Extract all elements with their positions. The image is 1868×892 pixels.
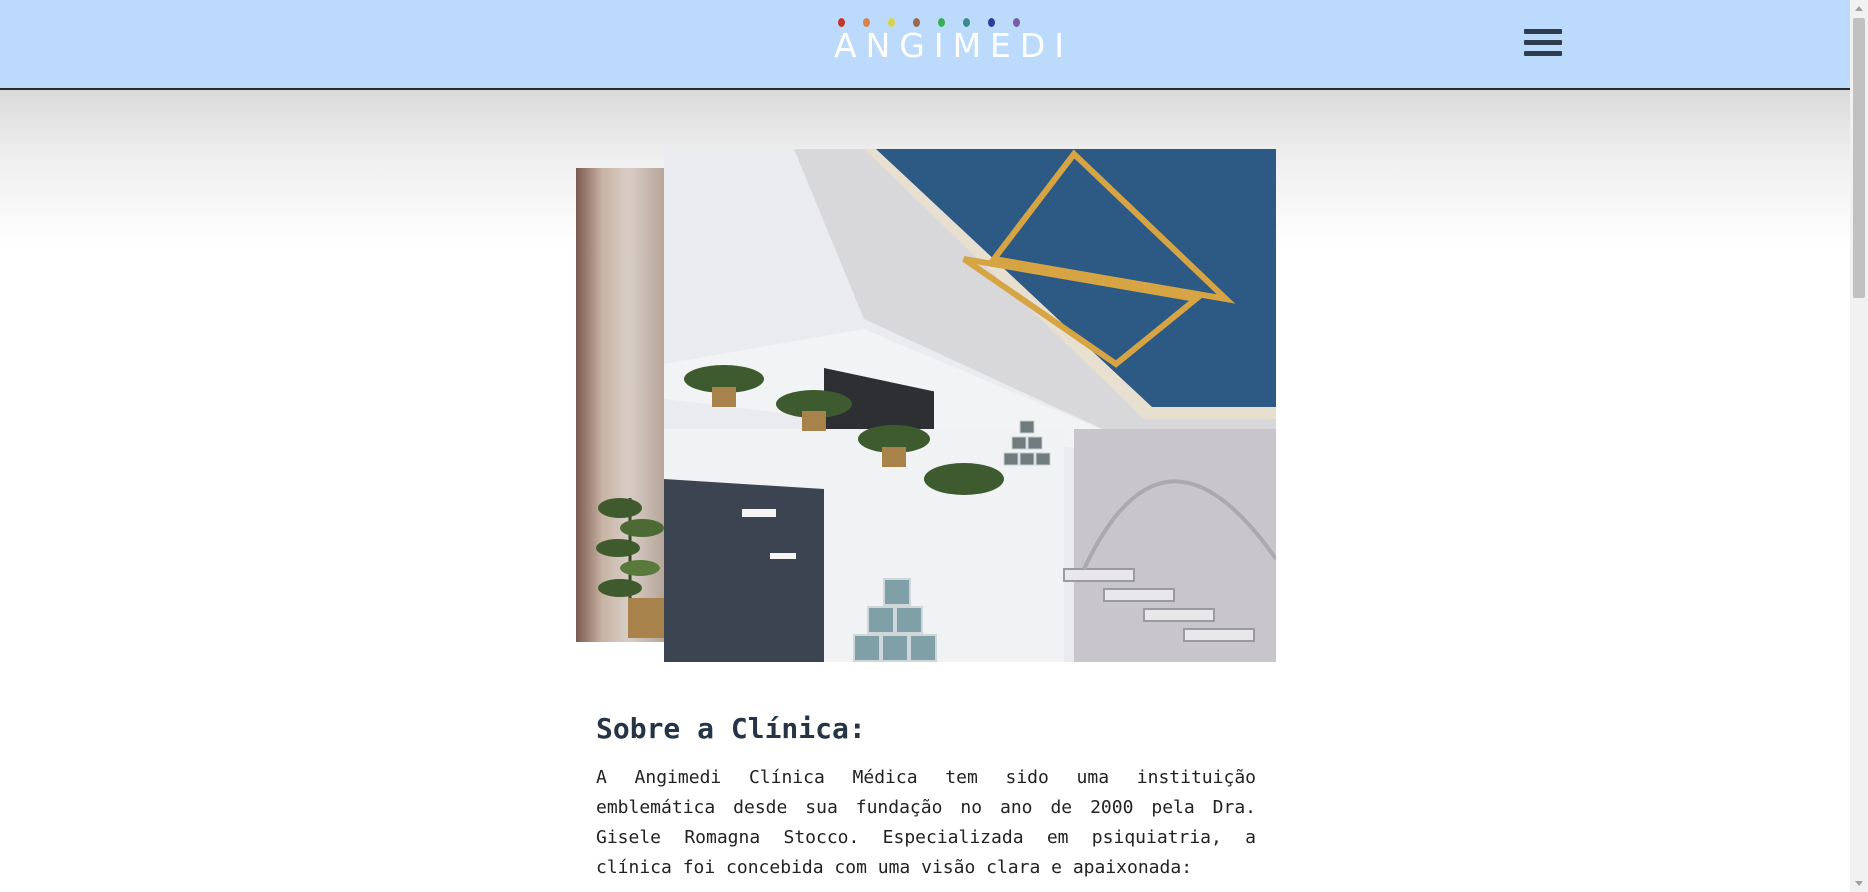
- menu-bar: [1524, 40, 1562, 45]
- about-title: Sobre a Clínica:: [596, 712, 866, 745]
- angimedi-logo[interactable]: ANGIMEDI: [834, 18, 1074, 65]
- scroll-thumb[interactable]: [1853, 18, 1865, 298]
- gallery-main-image[interactable]: [664, 149, 1276, 662]
- menu-bar: [1524, 51, 1562, 56]
- hamburger-menu-icon[interactable]: [1524, 29, 1562, 57]
- clinic-interior-illustration: [664, 149, 1276, 662]
- gallery-side-image[interactable]: [576, 168, 664, 642]
- site-header: ANGIMEDI: [0, 0, 1850, 90]
- about-body: A Angimedi Clínica Médica tem sido uma i…: [596, 767, 1256, 878]
- about-section: Sobre a Clínica: A Angimedi Clínica Médi…: [596, 712, 1256, 883]
- scroll-down-arrow-icon[interactable]: [1855, 881, 1863, 886]
- logo-wordmark: ANGIMEDI: [834, 26, 1074, 65]
- page-scrollbar[interactable]: [1850, 0, 1868, 892]
- menu-bar: [1524, 29, 1562, 34]
- plant-illustration: [596, 498, 664, 638]
- scroll-up-arrow-icon[interactable]: [1855, 6, 1863, 11]
